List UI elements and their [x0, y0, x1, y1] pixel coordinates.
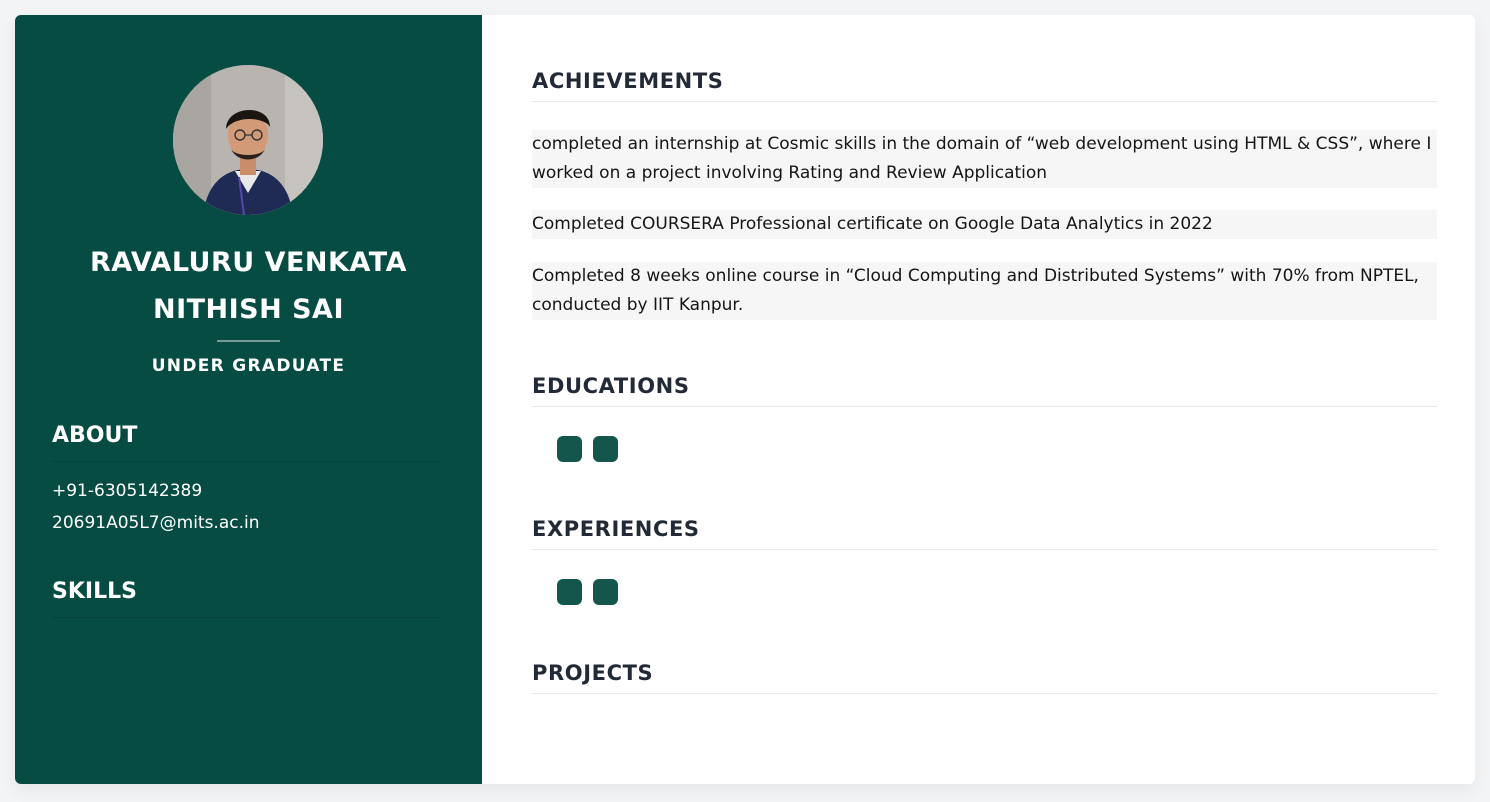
name-line-1: RAVALURU VENKATA	[90, 247, 407, 278]
projects-heading: PROJECTS	[532, 661, 1437, 694]
achievement-item: completed an internship at Cosmic skills…	[532, 130, 1437, 188]
phone-number: +91-6305142389	[52, 481, 203, 501]
achievement-item: Completed COURSERA Professional certific…	[532, 210, 1437, 239]
experiences-heading: EXPERIENCES	[532, 517, 1437, 550]
educations-pills	[557, 436, 618, 462]
about-details: +91-6305142389 20691A05L7@mits.ac.in	[52, 475, 260, 539]
email-address: 20691A05L7@mits.ac.in	[52, 513, 260, 533]
education-entry-pill[interactable]	[593, 436, 618, 462]
skills-heading: SKILLS	[52, 579, 440, 618]
achievement-item: Completed 8 weeks online course in “Clou…	[532, 262, 1437, 320]
achievements-heading: ACHIEVEMENTS	[532, 69, 1437, 102]
education-entry-pill[interactable]	[557, 436, 582, 462]
profile-role: UNDER GRADUATE	[151, 356, 346, 376]
experience-entry-pill[interactable]	[593, 579, 618, 605]
name-line-2: NITHISH SAI	[152, 294, 345, 325]
person-photo-icon	[173, 65, 323, 215]
about-heading: ABOUT	[52, 423, 440, 462]
experience-entry-pill[interactable]	[557, 579, 582, 605]
profile-photo	[173, 65, 323, 215]
name-divider	[217, 340, 280, 342]
profile-name: RAVALURU VENKATA NITHISH SAI	[15, 239, 482, 333]
experiences-pills	[557, 579, 618, 605]
educations-heading: EDUCATIONS	[532, 374, 1437, 407]
profile-sidebar: RAVALURU VENKATA NITHISH SAI UNDER GRADU…	[15, 15, 482, 784]
resume-card: RAVALURU VENKATA NITHISH SAI UNDER GRADU…	[15, 15, 1475, 784]
